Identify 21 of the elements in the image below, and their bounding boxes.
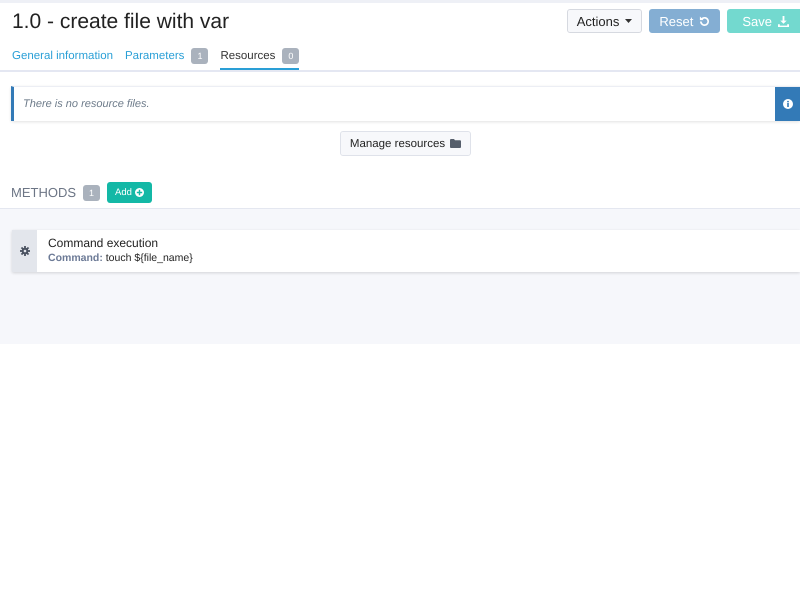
count-badge: 1 xyxy=(191,48,208,64)
download-icon xyxy=(778,16,789,26)
tab[interactable]: Parameters 1 xyxy=(125,44,208,70)
folder-icon xyxy=(450,139,462,148)
count-badge: 1 xyxy=(83,184,100,200)
add-button[interactable]: Add xyxy=(107,182,152,203)
page-title: 1.0 - create file with var xyxy=(12,9,230,34)
plus-circle-icon xyxy=(134,188,144,197)
method-detail: Command: touch ${file_name} xyxy=(48,252,193,264)
section-title: METHODS xyxy=(11,185,76,200)
info-icon xyxy=(782,99,792,109)
manage-resources-button[interactable]: Manage resources xyxy=(340,131,472,156)
gear-icon xyxy=(20,246,30,256)
count-badge: 0 xyxy=(282,48,300,64)
tab[interactable]: Resources 0 xyxy=(220,44,300,70)
tab[interactable]: General information xyxy=(12,44,113,70)
empty-message: There is no resource files. xyxy=(22,97,151,112)
undo-icon xyxy=(699,16,710,26)
method-name: Command execution xyxy=(48,236,160,250)
actions-button[interactable]: Actions xyxy=(566,9,642,33)
caret-icon xyxy=(625,19,632,23)
